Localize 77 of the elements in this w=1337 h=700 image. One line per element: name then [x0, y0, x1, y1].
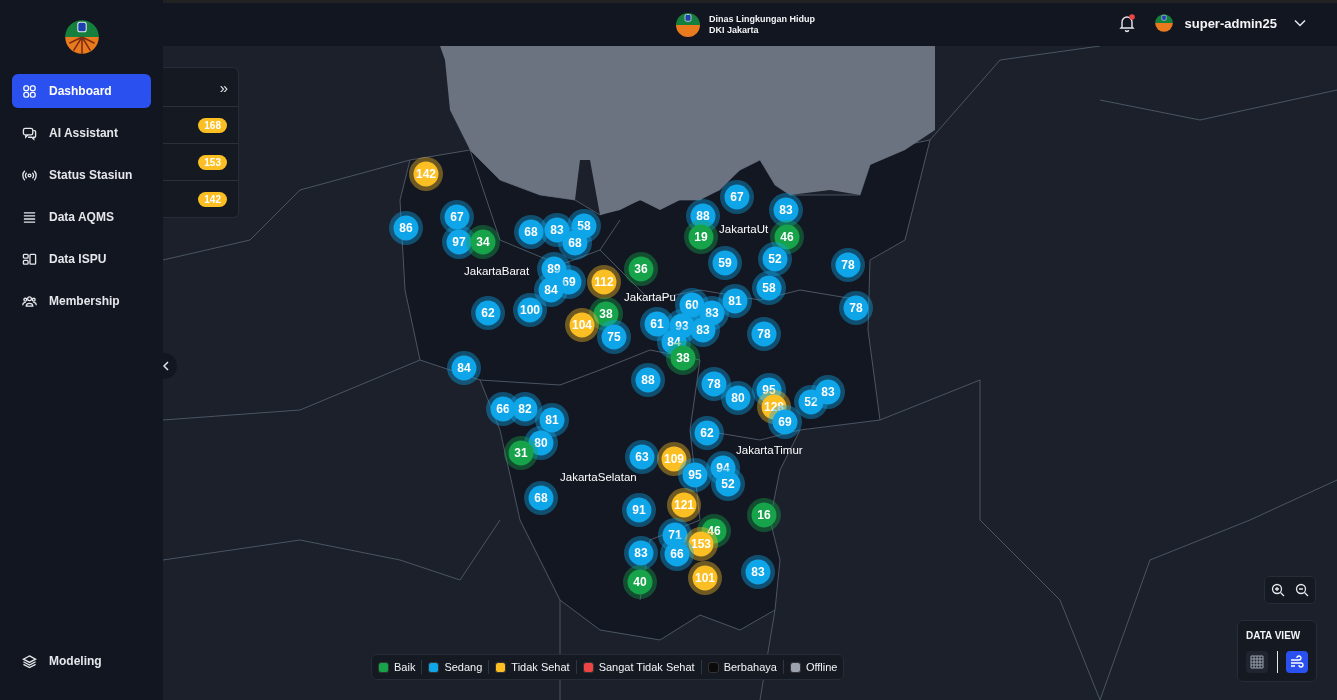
- district-label: JakartaUt: [719, 223, 769, 235]
- station-marker[interactable]: 78: [839, 291, 873, 325]
- station-marker[interactable]: 88: [631, 363, 665, 397]
- expand-button[interactable]: »: [219, 78, 228, 96]
- legend-label: Sedang: [444, 661, 483, 673]
- station-marker[interactable]: 62: [471, 296, 505, 330]
- station-marker[interactable]: 80: [721, 381, 755, 415]
- aqi-badge: 142: [198, 191, 227, 207]
- legend-label: Sangat Tidak Sehat: [598, 661, 695, 673]
- station-marker[interactable]: 82: [508, 392, 542, 426]
- notification-button[interactable]: [1116, 13, 1137, 33]
- station-marker[interactable]: 104: [565, 308, 599, 342]
- station-marker[interactable]: 63: [625, 440, 659, 474]
- wind-view-button[interactable]: [1286, 651, 1308, 673]
- chat-bubbles-icon: [22, 125, 37, 141]
- tree-logo-icon: [1152, 12, 1175, 34]
- station-marker[interactable]: 36: [624, 252, 658, 286]
- station-marker[interactable]: 91: [622, 493, 656, 527]
- nav-item[interactable]: AI Assistant: [12, 116, 151, 150]
- wind-icon: [1290, 655, 1304, 669]
- username: super-admin25: [1184, 15, 1277, 31]
- nav-item[interactable]: Dashboard: [12, 74, 151, 108]
- legend-label: Berbahaya: [723, 661, 777, 673]
- station-marker[interactable]: 68: [524, 481, 558, 515]
- district-label: JakartaPu: [624, 291, 676, 303]
- station-marker[interactable]: 83: [624, 536, 658, 570]
- grid-icon: [1250, 655, 1264, 669]
- grid-view-button[interactable]: [1246, 651, 1268, 673]
- station-marker[interactable]: 19: [684, 220, 718, 254]
- station-marker[interactable]: 59: [708, 246, 742, 280]
- station-marker[interactable]: 67: [720, 180, 754, 214]
- station-marker[interactable]: 62: [690, 416, 724, 450]
- aqi-badge: 153: [198, 154, 227, 170]
- legend-label: Offline: [805, 661, 838, 673]
- station-marker[interactable]: 83: [741, 555, 775, 589]
- station-marker[interactable]: 101: [688, 561, 722, 595]
- list-icon: [22, 209, 37, 225]
- station-marker[interactable]: 112: [587, 265, 621, 299]
- station-marker[interactable]: 40: [623, 565, 657, 599]
- layers-icon: [22, 653, 37, 669]
- bell-icon: [1116, 13, 1137, 33]
- station-marker[interactable]: 121: [667, 488, 701, 522]
- legend-label: Baik: [394, 661, 416, 673]
- station-marker[interactable]: 83: [769, 193, 803, 227]
- station-marker[interactable]: 78: [747, 317, 781, 351]
- zoom-in-icon: [1271, 583, 1285, 597]
- legend-label: Tidak Sehat: [511, 661, 570, 673]
- zoom-out-icon: [1295, 583, 1309, 597]
- users-icon: [22, 293, 37, 309]
- station-marker[interactable]: 16: [747, 498, 781, 532]
- nav-item[interactable]: Data ISPU: [12, 242, 151, 276]
- district-label: JakartaSelatan: [560, 471, 637, 483]
- station-marker[interactable]: 58: [752, 271, 786, 305]
- station-marker[interactable]: 78: [697, 367, 731, 401]
- station-marker[interactable]: 100: [513, 293, 547, 327]
- broadcast-icon: [22, 167, 37, 183]
- grid-icon: [22, 83, 37, 99]
- district-label: JakartaBarat: [464, 265, 530, 277]
- station-marker[interactable]: 84: [447, 351, 481, 385]
- layout-icon: [22, 251, 37, 267]
- station-marker[interactable]: 78: [831, 248, 865, 282]
- org-name: DKI Jakarta: [709, 24, 760, 36]
- station-marker[interactable]: 81: [718, 284, 752, 318]
- aqi-badge: 168: [198, 117, 227, 133]
- station-marker[interactable]: 75: [597, 320, 631, 354]
- panel-title: DATA VIEW: [1246, 630, 1302, 641]
- chevron-left-icon: [163, 361, 170, 371]
- station-marker[interactable]: 52: [758, 242, 792, 276]
- station-marker[interactable]: 142: [409, 157, 443, 191]
- nav-item[interactable]: Modeling: [12, 644, 151, 678]
- station-marker[interactable]: 86: [389, 211, 423, 245]
- nav-item[interactable]: Membership: [12, 284, 151, 318]
- station-marker[interactable]: 68: [514, 215, 548, 249]
- nav-item[interactable]: Status Stasiun: [12, 158, 151, 192]
- nav-item[interactable]: Data AQMS: [12, 200, 151, 234]
- org-name: Dinas Lingkungan Hidup: [709, 13, 815, 25]
- station-marker[interactable]: 34: [466, 225, 500, 259]
